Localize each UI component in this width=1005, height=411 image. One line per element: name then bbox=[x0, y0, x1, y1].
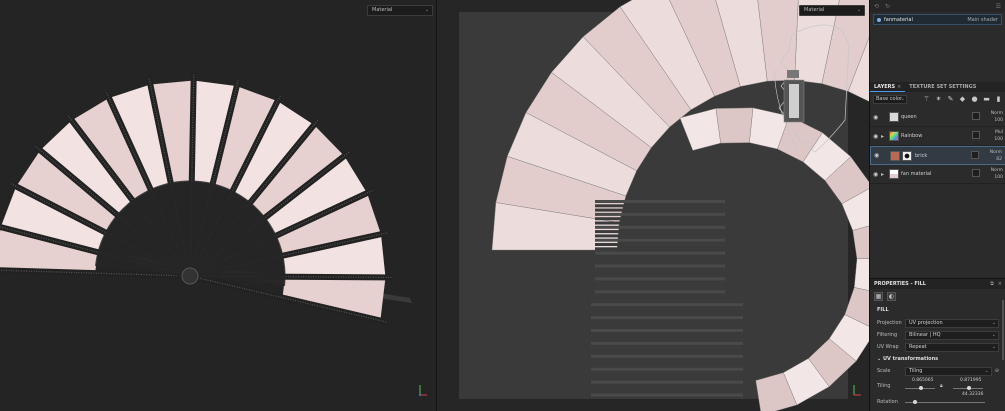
chevron-down-icon: ⌄ bbox=[991, 319, 996, 326]
layer-mask-toggle[interactable] bbox=[972, 131, 980, 139]
filtering-row: Filtering Bilinear | HQ ⌄ bbox=[870, 329, 1005, 341]
visibility-eye-icon[interactable]: ◉ bbox=[873, 114, 881, 121]
refresh-icon[interactable]: ↻ bbox=[885, 3, 890, 10]
viewport-2d-channel-select[interactable]: Material ⌄ bbox=[799, 5, 865, 16]
uv-transformations-header[interactable]: ⌄ UV transformations bbox=[870, 353, 1005, 365]
axis-gizmo-icon bbox=[416, 383, 428, 399]
fill-properties-icon[interactable]: ▦ bbox=[874, 291, 883, 301]
viewport-3d[interactable]: Material ⌄ bbox=[0, 0, 436, 411]
history-icon[interactable]: ⟲ bbox=[874, 3, 879, 10]
texture-set-row[interactable]: fanmaterial Main shader bbox=[873, 14, 1002, 25]
uvwrap-row: UV Wrap Repeat ⌄ bbox=[870, 341, 1005, 353]
uv-layout bbox=[491, 0, 869, 411]
fill-section-header: FILL bbox=[877, 307, 889, 313]
layer-stack: ◉ queen Norm 100 ◉ ▸ Rainbow Mul 100 ◉ bri… bbox=[870, 108, 1005, 184]
tab-texture-set-settings[interactable]: TEXTURE SET SETTINGS bbox=[905, 82, 980, 92]
fan-model-3d bbox=[0, 73, 412, 326]
lock-icon[interactable]: 🔒︎ bbox=[940, 383, 943, 389]
layer-mask-toggle[interactable] bbox=[971, 151, 979, 159]
brush-icon[interactable]: ✎ bbox=[946, 95, 955, 104]
layer-mask-toggle[interactable] bbox=[972, 169, 980, 177]
layer-row-brick[interactable]: ◉ brick Norm 82 bbox=[870, 146, 1005, 165]
tiling-v-value[interactable]: 0.871995 bbox=[960, 378, 981, 383]
menu-icon[interactable]: ☰ bbox=[996, 3, 1001, 10]
folder-icon[interactable]: ▸ bbox=[881, 171, 889, 178]
tiling-row: Tiling 0.865065 0.871995 🔒︎ bbox=[877, 378, 983, 390]
layer-thumbnail bbox=[889, 112, 899, 122]
chevron-down-icon: ⌄ bbox=[856, 7, 861, 13]
panel-tabs: LAYERS × TEXTURE SET SETTINGS bbox=[870, 82, 1005, 92]
fill-bucket-icon[interactable]: ◆ bbox=[958, 95, 967, 104]
chevron-down-icon: ⌄ bbox=[991, 343, 996, 350]
chevron-down-icon: ⌄ bbox=[900, 96, 905, 102]
rotation-row: Rotation 44.32336 bbox=[877, 392, 985, 405]
properties-scrollbar[interactable] bbox=[1002, 300, 1004, 360]
texture-set-indicator-icon bbox=[877, 17, 881, 22]
material-properties-icon[interactable]: ◐ bbox=[887, 291, 896, 301]
layer-thumbnail bbox=[890, 150, 900, 161]
folder-icon[interactable]: ▸ bbox=[881, 133, 889, 140]
layer-row-rainbow[interactable]: ◉ ▸ Rainbow Mul 100 bbox=[870, 127, 1005, 146]
visibility-eye-icon[interactable]: ◉ bbox=[873, 133, 881, 140]
visibility-eye-icon[interactable]: ◉ bbox=[874, 152, 882, 159]
right-panel: ⟲ ↻ ☰ fanmaterial Main shader LAYERS × TE… bbox=[869, 0, 1005, 411]
layer-toolbar: Base color ⌄ ⚚ ✶ ✎ ◆ ● ▬ ▮ bbox=[873, 94, 1003, 105]
uvwrap-select[interactable]: Repeat ⌄ bbox=[905, 342, 999, 352]
add-folder-icon[interactable]: ▬ bbox=[982, 95, 991, 104]
layer-thumbnail bbox=[889, 131, 899, 141]
filtering-select[interactable]: Bilinear | HQ ⌄ bbox=[905, 330, 999, 340]
viewport-2d[interactable]: Material ⌄ bbox=[437, 0, 869, 411]
close-icon[interactable]: × bbox=[897, 84, 901, 90]
reset-icon[interactable]: ⊖ bbox=[995, 368, 999, 374]
material-sphere-icon[interactable]: ● bbox=[970, 95, 979, 104]
magic-wand-icon[interactable]: ⚚ bbox=[922, 95, 931, 104]
projection-row: Projection UV projection ⌄ bbox=[870, 317, 1005, 329]
tab-layers[interactable]: LAYERS × bbox=[870, 82, 906, 92]
visibility-eye-icon[interactable]: ◉ bbox=[873, 171, 881, 178]
properties-panel: PROPERTIES - FILL ⧉ × ▦ ◐ FILL Projectio… bbox=[870, 278, 1005, 411]
layer-mask-toggle[interactable] bbox=[972, 112, 980, 120]
axis-gizmo-icon bbox=[850, 383, 862, 399]
close-icon[interactable]: × bbox=[998, 281, 1002, 287]
scale-select[interactable]: Tiling ⌄ bbox=[905, 366, 992, 376]
chevron-down-icon: ⌄ bbox=[991, 331, 996, 338]
tiling-v-slider[interactable] bbox=[967, 386, 971, 390]
layer-row-fan-material[interactable]: ◉ ▸ fan material Norm 100 bbox=[870, 165, 1005, 184]
scale-row: Scale Tiling ⌄ ⊖ bbox=[877, 366, 999, 376]
layer-row-queen[interactable]: ◉ queen Norm 100 bbox=[870, 108, 1005, 127]
chevron-down-icon: ⌄ bbox=[984, 367, 989, 374]
layer-thumbnail bbox=[889, 169, 899, 179]
tiling-u-value[interactable]: 0.865065 bbox=[912, 378, 933, 383]
texture-set-toolbar: ⟲ ↻ ☰ bbox=[870, 0, 1005, 12]
tiling-u-slider[interactable] bbox=[919, 386, 923, 390]
chevron-down-icon: ⌄ bbox=[877, 356, 882, 362]
layer-mask-thumbnail[interactable] bbox=[902, 150, 912, 161]
channel-blend-select[interactable]: Base color ⌄ bbox=[873, 95, 907, 104]
properties-title: PROPERTIES - FILL bbox=[874, 281, 926, 287]
projection-select[interactable]: UV projection ⌄ bbox=[905, 318, 999, 328]
rotation-value[interactable]: 44.32336 bbox=[962, 392, 983, 397]
rotation-slider[interactable] bbox=[913, 400, 917, 404]
trash-icon[interactable]: ▮ bbox=[994, 95, 1003, 104]
popout-icon[interactable]: ⧉ bbox=[990, 281, 994, 287]
smart-mask-icon[interactable]: ✶ bbox=[934, 95, 943, 104]
